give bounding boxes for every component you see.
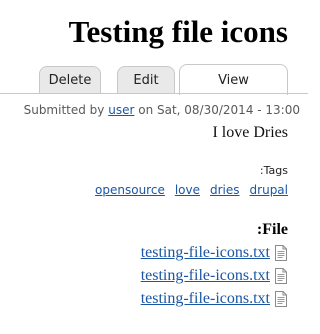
tab-edit-label: Edit: [133, 73, 159, 88]
file-item: testing-file-icons.txt: [141, 264, 288, 287]
text-file-icon: [275, 290, 287, 307]
submitted-prefix: Submitted by: [23, 103, 109, 117]
file-link[interactable]: testing-file-icons.txt: [141, 244, 270, 262]
tags-list: opensource love dries drupal: [95, 183, 288, 197]
tab-view[interactable]: View: [179, 64, 288, 95]
file-item: testing-file-icons.txt: [141, 241, 288, 264]
tag-link-drupal[interactable]: drupal: [250, 183, 288, 197]
file-field-label-text: File:: [256, 221, 288, 238]
text-file-icon: [275, 267, 287, 284]
node-body: I love Dries: [212, 124, 288, 141]
tab-edit[interactable]: Edit: [117, 66, 175, 94]
tab-delete-label: Delete: [48, 73, 92, 88]
file-field-label: File:: [257, 221, 288, 239]
tabs-divider: [0, 93, 308, 94]
text-file-icon: [275, 244, 287, 261]
file-link[interactable]: testing-file-icons.txt: [141, 290, 270, 308]
file-link[interactable]: testing-file-icons.txt: [141, 267, 270, 285]
file-item: testing-file-icons.txt: [141, 287, 288, 310]
author-link[interactable]: user: [108, 103, 134, 117]
tag-link-dries[interactable]: dries: [210, 183, 240, 197]
tab-view-label: View: [218, 72, 249, 88]
tab-delete[interactable]: Delete: [39, 66, 101, 94]
tags-label-text: Tags:: [259, 164, 288, 177]
submitted-info: Submitted by user on Sat, 08/30/2014 - 1…: [24, 103, 300, 117]
submitted-date: on Sat, 08/30/2014 - 13:00: [134, 103, 300, 117]
tag-link-opensource[interactable]: opensource: [95, 183, 165, 197]
tags-label: Tags:: [260, 164, 288, 177]
tag-link-love[interactable]: love: [175, 183, 200, 197]
page-title: Testing file icons: [68, 14, 288, 49]
file-list: testing-file-icons.txt testing-file-icon…: [141, 241, 288, 310]
